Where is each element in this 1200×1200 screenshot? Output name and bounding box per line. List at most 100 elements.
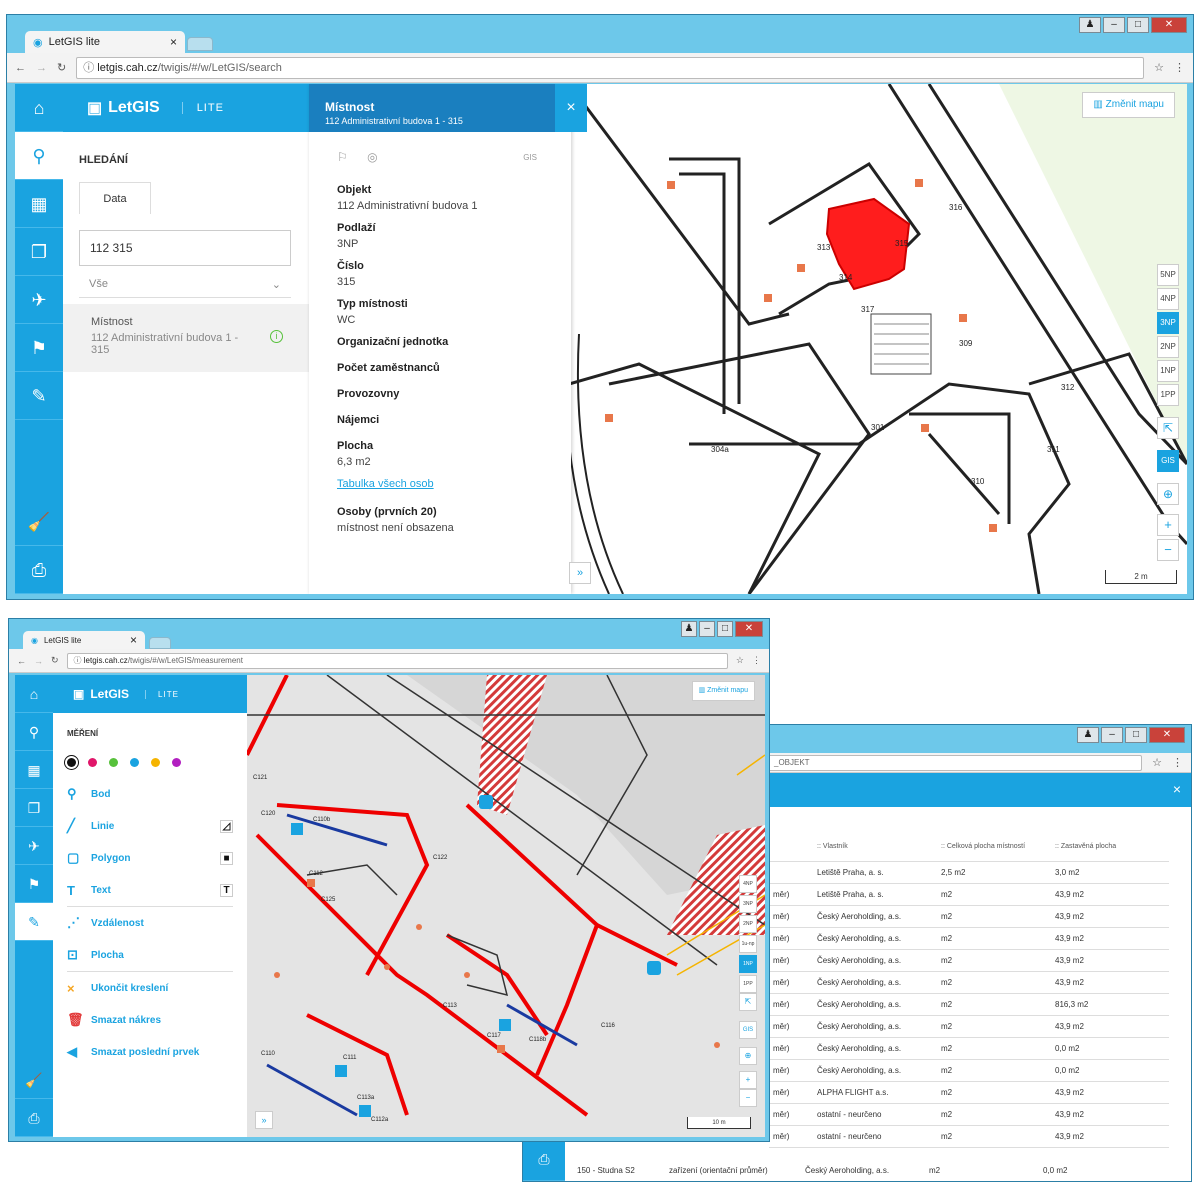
floor-button[interactable]: 2NP (739, 915, 757, 933)
locate-icon[interactable]: ⊕ (739, 1047, 757, 1065)
floor-button[interactable]: 3NP (1157, 312, 1179, 334)
star-icon[interactable]: ☆ (736, 655, 744, 666)
result-item[interactable]: Místnost 112 Administrativní budova 1 - … (63, 304, 309, 372)
floor-button[interactable]: 1NP (1157, 360, 1179, 382)
close-icon[interactable]: × (1173, 781, 1181, 797)
forward-icon[interactable]: → (34, 656, 43, 666)
print-icon[interactable]: ⎙ (15, 1099, 53, 1137)
change-map-button[interactable]: ▥ Změnit mapu (691, 681, 755, 701)
table-row[interactable]: měr) Český Aeroholding, a.s. m2 43,9 m2 (769, 1015, 1169, 1038)
user-icon[interactable]: ♟ (1079, 17, 1101, 33)
persons-table-link[interactable]: Tabulka všech osob (337, 478, 547, 490)
maximize-button[interactable]: □ (1127, 17, 1149, 33)
style-icon[interactable]: T (220, 883, 233, 897)
maximize-button[interactable]: □ (1125, 727, 1147, 743)
zoom-out-button[interactable]: − (739, 1089, 757, 1107)
table-row[interactable]: měr) Český Aeroholding, a.s. m2 816,3 m2 (769, 993, 1169, 1016)
col-owner[interactable]: :: Vlastník (813, 833, 937, 862)
zoom-in-button[interactable]: + (739, 1071, 757, 1089)
map-view[interactable]: C121 C110b C120 C125 C112 C122 C113 C117 C118b C1… (247, 675, 765, 1137)
table-last-row[interactable]: 150 - Studna S2 zařízení (orientační prů… (569, 1166, 1169, 1175)
measure-icon[interactable]: ✎ (15, 372, 63, 420)
detail-close-button[interactable]: × (555, 84, 587, 132)
back-icon[interactable]: ← (17, 656, 26, 666)
search-icon[interactable]: ⚲ (15, 713, 53, 751)
table-row[interactable]: měr) Český Aeroholding, a.s. m2 0,0 m2 (769, 1059, 1169, 1082)
star-icon[interactable]: ☆ (1154, 61, 1164, 74)
col-total[interactable]: :: Celková plocha místností (937, 833, 1051, 862)
expand-button[interactable]: » (255, 1111, 273, 1129)
tool-bod[interactable]: ⚲ Bod (67, 778, 233, 810)
broom-icon[interactable]: 🧹 (15, 1061, 53, 1099)
reload-icon[interactable]: ↻ (57, 61, 66, 74)
table-row[interactable]: měr) Český Aeroholding, a.s. m2 43,9 m2 (769, 905, 1169, 928)
floor-button[interactable]: 1PP (1157, 384, 1179, 406)
table-icon[interactable]: ▦ (15, 751, 53, 789)
tool-text[interactable]: T Text T (67, 874, 233, 906)
action-1[interactable]: 🗑 Smazat nákres (67, 1004, 233, 1036)
bookmark-icon[interactable]: ⚐ (337, 150, 348, 164)
home-icon[interactable]: ⌂ (15, 84, 63, 132)
menu-icon[interactable]: ⋮ (1174, 61, 1185, 74)
zoom-out-button[interactable]: − (1157, 539, 1179, 561)
bookmark-icon[interactable]: ⚑ (15, 865, 53, 903)
floor-button[interactable]: 3NP (739, 895, 757, 913)
bookmark-icon[interactable]: ⚑ (15, 324, 63, 372)
color-swatch[interactable] (151, 758, 160, 767)
search-icon[interactable]: ⚲ (15, 132, 63, 180)
table-row[interactable]: měr) Český Aeroholding, a.s. m2 43,9 m2 (769, 971, 1169, 994)
airport-icon[interactable]: ✈ (15, 827, 53, 865)
layers-icon[interactable]: ❐ (15, 228, 63, 276)
new-tab-button[interactable] (149, 637, 171, 649)
measure-1[interactable]: ⊡ Plocha (67, 939, 233, 971)
style-icon[interactable]: ■ (220, 851, 233, 865)
menu-icon[interactable]: ⋮ (752, 655, 761, 666)
expand-button[interactable]: » (569, 562, 591, 584)
gis-link[interactable]: GIS (523, 153, 537, 162)
new-tab-button[interactable] (187, 37, 213, 51)
layers-icon[interactable]: ❐ (15, 789, 53, 827)
tool-polygon[interactable]: ▢ Polygon ■ (67, 842, 233, 874)
broom-icon[interactable]: 🧹 (15, 498, 63, 546)
floor-button[interactable]: 1NP (739, 955, 757, 973)
minimize-button[interactable]: – (1103, 17, 1125, 33)
home-icon[interactable]: ⌂ (15, 675, 53, 713)
browser-tab[interactable]: ◉ LetGIS lite × (25, 31, 185, 53)
style-icon[interactable]: ◿ (220, 819, 233, 833)
table-row[interactable]: měr) Český Aeroholding, a.s. m2 0,0 m2 (769, 1037, 1169, 1060)
window-close-button[interactable]: ✕ (1149, 727, 1185, 743)
floor-button[interactable]: 2NP (1157, 336, 1179, 358)
minimize-button[interactable]: – (699, 621, 715, 637)
tab-close-icon[interactable]: × (130, 633, 137, 647)
table-row[interactable]: měr) Český Aeroholding, a.s. m2 43,9 m2 (769, 949, 1169, 972)
table-icon[interactable]: ▦ (15, 180, 63, 228)
star-icon[interactable]: ☆ (1152, 756, 1162, 769)
user-icon[interactable]: ♟ (1077, 727, 1099, 743)
measure-0[interactable]: ⋰ Vzdálenost (67, 907, 233, 939)
browser-tab[interactable]: ◉ LetGIS lite × (23, 631, 145, 649)
tab-data[interactable]: Data (79, 182, 151, 214)
color-swatch[interactable] (109, 758, 118, 767)
url-field[interactable]: _OBJEKT (767, 754, 1143, 771)
table-row[interactable]: Letiště Praha, a. s. 2,5 m2 3,0 m2 (769, 861, 1169, 884)
zoom-in-button[interactable]: + (1157, 514, 1179, 536)
url-field[interactable]: ⓘ letgis.cah.cz/twigis/#/w/LetGIS/search (76, 56, 1145, 79)
url-field[interactable]: ⓘ letgis.cah.cz/twigis/#/w/LetGIS/measur… (66, 652, 728, 669)
floor-button[interactable]: 4NP (1157, 288, 1179, 310)
print-icon[interactable]: ⎙ (15, 546, 63, 594)
info-icon[interactable]: i (270, 330, 283, 343)
select-tool-icon[interactable]: ⇱ (739, 993, 757, 1011)
floor-button[interactable]: 5NP (1157, 264, 1179, 286)
tab-close-icon[interactable]: × (170, 35, 177, 49)
tool-linie[interactable]: ╱ Linie ◿ (67, 810, 233, 842)
menu-icon[interactable]: ⋮ (1172, 756, 1183, 769)
back-icon[interactable]: ← (15, 62, 26, 74)
color-swatch[interactable] (88, 758, 97, 767)
user-icon[interactable]: ♟ (681, 621, 697, 637)
floor-button[interactable]: 4NP (739, 875, 757, 893)
airport-icon[interactable]: ✈ (15, 276, 63, 324)
change-map-button[interactable]: ▥ Změnit mapu (1082, 92, 1175, 118)
measure-icon[interactable]: ✎ (15, 903, 53, 941)
reload-icon[interactable]: ↻ (51, 655, 59, 666)
gis-button[interactable]: GIS (739, 1021, 757, 1039)
